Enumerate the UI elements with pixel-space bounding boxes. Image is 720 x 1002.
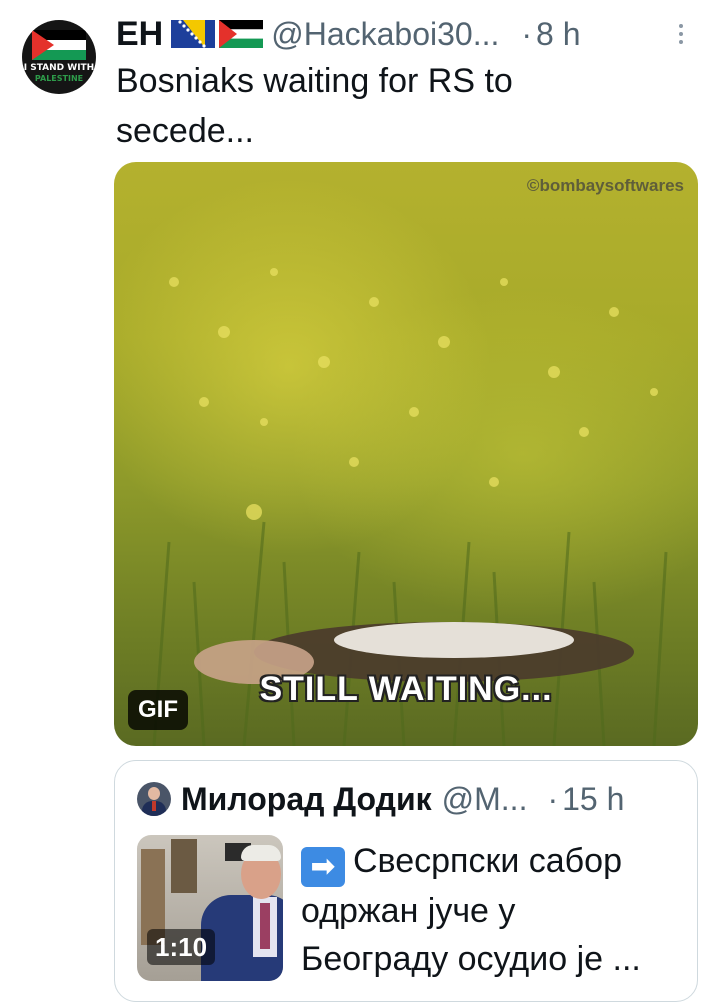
name-flags (171, 20, 264, 48)
quoted-author-name[interactable]: Милорад Додик (181, 781, 432, 818)
gif-caption: STILL WAITING... (259, 670, 553, 708)
quoted-video-thumbnail[interactable]: 1:10 (137, 835, 283, 981)
avatar-text-line-2: PALESTINE (34, 74, 84, 83)
author-avatar[interactable]: I STAND WITH PALESTINE (22, 20, 96, 94)
tweet-text: Bosniaks waiting for RS to secede... (116, 56, 676, 156)
quoted-tweet[interactable]: Милорад Додик @M... · 15 h 1:10 ➡ Свесрпс… (114, 760, 698, 1002)
tweet-text-line: Bosniaks waiting for RS to (116, 62, 513, 100)
tweet-header: EH @Hackaboi30... · 8 h (116, 12, 581, 56)
quoted-tweet-text: ➡ Свесрпски сабор одржан јуче у Београду … (301, 837, 681, 983)
avatar-text-line-1: I STAND WITH (23, 63, 95, 73)
palestine-flag-icon (32, 30, 86, 60)
gif-media[interactable]: ©bombaysoftwares STILL WAITING... GIF (114, 162, 698, 746)
more-options-icon[interactable] (676, 24, 686, 48)
separator-dot: · (547, 780, 559, 817)
tweet-text-line: secede... (116, 112, 254, 150)
quoted-author-avatar[interactable] (137, 782, 171, 816)
quoted-tweet-header: Милорад Додик @M... · 15 h (137, 777, 624, 821)
video-duration-badge: 1:10 (147, 929, 216, 965)
author-display-name[interactable]: EH (116, 15, 163, 54)
media-watermark: ©bombaysoftwares (526, 176, 684, 195)
bosnia-flag-icon (171, 20, 216, 48)
grass-field-image (152, 268, 668, 746)
separator-dot: · (521, 15, 533, 52)
quoted-text-line: ➡ Свесрпски сабор (301, 837, 681, 887)
palestine-flag-icon (219, 20, 264, 48)
right-arrow-icon: ➡ (301, 847, 345, 887)
quoted-tweet-timestamp[interactable]: 15 h (562, 781, 624, 818)
tweet-timestamp[interactable]: 8 h (536, 16, 580, 53)
quoted-text-line: Београду осудио је ... (301, 940, 641, 978)
author-handle[interactable]: @Hackaboi30... (271, 16, 499, 53)
gif-badge: GIF (128, 690, 188, 730)
quoted-text-line: одржан јуче у (301, 892, 516, 930)
quoted-author-handle[interactable]: @M... (442, 781, 528, 818)
